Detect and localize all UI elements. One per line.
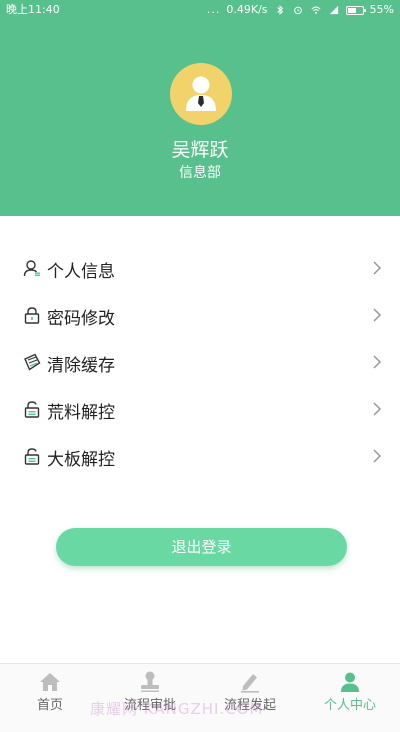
unlock-icon — [24, 401, 40, 418]
menu-item-password-change[interactable]: 密码修改 — [0, 292, 400, 339]
chevron-right-icon — [373, 449, 382, 463]
chevron-right-icon — [373, 261, 382, 275]
battery-percent: 55% — [369, 3, 394, 16]
network-speed: 0.49K/s — [226, 3, 268, 16]
menu-item-label: 大板解控 — [47, 450, 115, 470]
menu-item-clear-cache[interactable]: 清除缓存 — [0, 339, 400, 386]
unlock-icon — [24, 448, 40, 465]
settings-menu: 个人信息 密码修改 清除缓存 荒料解控 大板解控 — [0, 245, 400, 480]
status-bar: 晚上11:40 ... 0.49K/s 55% — [0, 0, 400, 20]
signal-icon — [329, 5, 338, 15]
menu-item-label: 清除缓存 — [47, 356, 115, 376]
chevron-right-icon — [373, 308, 382, 322]
home-icon — [40, 673, 60, 691]
nav-label: 首页 — [36, 698, 63, 713]
user-icon — [23, 260, 40, 277]
watermark: 康耀网 KANGZHI.COM — [90, 700, 264, 718]
user-name: 吴辉跃 — [171, 139, 229, 161]
status-dots: ... — [206, 3, 221, 16]
menu-item-personal-info[interactable]: 个人信息 — [0, 245, 400, 292]
menu-item-label: 个人信息 — [47, 262, 115, 282]
stamp-icon — [141, 671, 159, 692]
profile-icon — [341, 672, 359, 692]
chevron-right-icon — [373, 355, 382, 369]
bluetooth-icon — [276, 5, 283, 15]
lock-icon — [24, 307, 40, 324]
alarm-icon — [293, 6, 302, 15]
logout-button[interactable]: 退出登录 — [56, 528, 347, 566]
clear-cache-icon — [24, 353, 41, 371]
battery-icon — [345, 5, 366, 15]
nav-label: 个人中心 — [323, 698, 376, 713]
menu-item-label: 荒料解控 — [47, 403, 115, 423]
status-time: 晚上11:40 — [6, 3, 60, 16]
nav-item-home[interactable]: 首页 — [0, 664, 100, 732]
avatar-person-icon — [186, 76, 216, 111]
edit-icon — [241, 674, 259, 693]
menu-item-label: 密码修改 — [47, 309, 115, 329]
menu-item-block-release[interactable]: 荒料解控 — [0, 386, 400, 433]
menu-item-slab-release[interactable]: 大板解控 — [0, 433, 400, 480]
chevron-right-icon — [373, 402, 382, 416]
profile-header: 晚上11:40 ... 0.49K/s 55% 吴辉跃 信息部 — [0, 0, 400, 216]
battery-fill — [347, 7, 356, 13]
user-department: 信息部 — [179, 165, 221, 181]
nav-item-profile[interactable]: 个人中心 — [300, 664, 400, 732]
wifi-icon — [311, 6, 321, 14]
avatar[interactable] — [170, 63, 232, 125]
status-indicators: ... 0.49K/s 55% — [207, 0, 394, 20]
